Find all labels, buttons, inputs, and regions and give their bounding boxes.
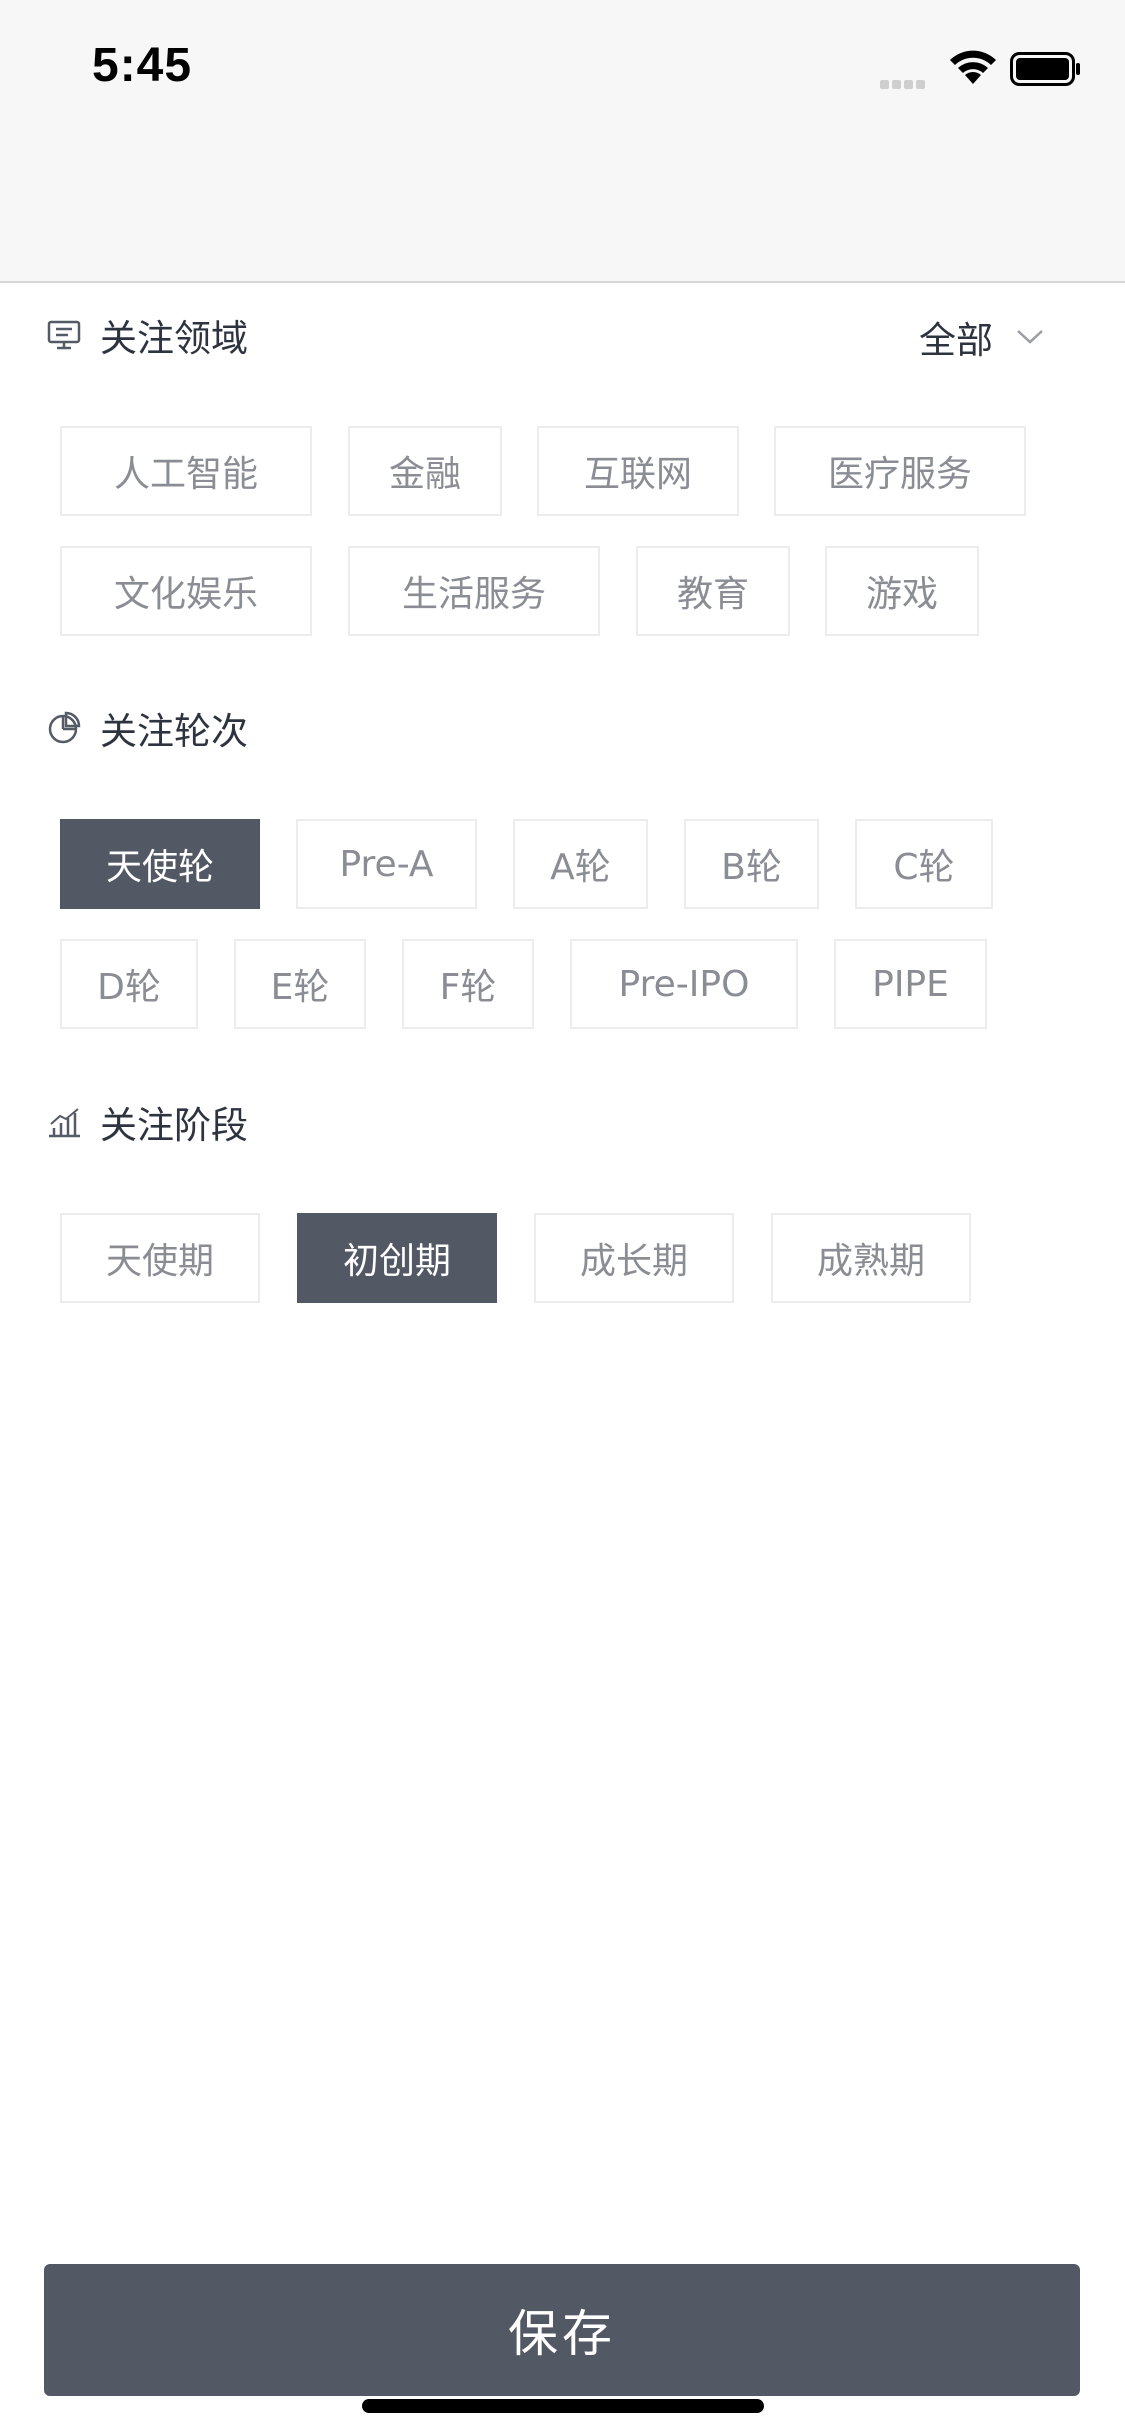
section-domain-title: 关注领域 bbox=[100, 317, 248, 360]
status-bar: 5:45 bbox=[0, 0, 1125, 283]
domain-tag[interactable]: 人工智能 bbox=[60, 426, 312, 516]
section-stage-title: 关注阶段 bbox=[100, 1104, 248, 1147]
domain-tag[interactable]: 文化娱乐 bbox=[60, 546, 312, 636]
round-tag[interactable]: D轮 bbox=[60, 939, 198, 1029]
round-tag[interactable]: PIPE bbox=[834, 939, 987, 1029]
round-tag[interactable]: Pre-A bbox=[296, 819, 477, 909]
wifi-icon bbox=[948, 48, 998, 90]
round-tag[interactable]: B轮 bbox=[684, 819, 819, 909]
battery-icon bbox=[1010, 52, 1082, 90]
stage-tag[interactable]: 初创期 bbox=[297, 1213, 497, 1303]
home-indicator[interactable] bbox=[362, 2399, 764, 2413]
stage-tag[interactable]: 成熟期 bbox=[771, 1213, 971, 1303]
domain-tag[interactable]: 生活服务 bbox=[348, 546, 600, 636]
status-time: 5:45 bbox=[92, 39, 193, 92]
domain-filter-label: 全部 bbox=[919, 319, 993, 362]
round-tag[interactable]: 天使轮 bbox=[60, 819, 260, 909]
section-stage-header: 关注阶段 bbox=[46, 1092, 248, 1152]
monitor-icon bbox=[47, 320, 81, 350]
domain-tag[interactable]: 游戏 bbox=[825, 546, 979, 636]
round-tag[interactable]: F轮 bbox=[402, 939, 534, 1029]
section-round-title: 关注轮次 bbox=[100, 710, 248, 753]
round-tag[interactable]: Pre-IPO bbox=[570, 939, 798, 1029]
save-button[interactable]: 保存 bbox=[44, 2264, 1080, 2396]
section-domain-header: 关注领域 bbox=[46, 305, 248, 365]
pie-chart-icon bbox=[48, 711, 81, 744]
domain-tag[interactable]: 教育 bbox=[636, 546, 790, 636]
stage-tag[interactable]: 成长期 bbox=[534, 1213, 734, 1303]
section-round-header: 关注轮次 bbox=[46, 698, 248, 758]
round-tag[interactable]: A轮 bbox=[513, 819, 648, 909]
round-tag[interactable]: C轮 bbox=[855, 819, 993, 909]
domain-filter-dropdown[interactable]: 全部 bbox=[919, 310, 1045, 364]
round-tag[interactable]: E轮 bbox=[234, 939, 366, 1029]
signal-icon bbox=[880, 74, 928, 93]
chevron-down-icon bbox=[1017, 330, 1043, 344]
domain-tag[interactable]: 互联网 bbox=[537, 426, 739, 516]
bar-chart-icon bbox=[49, 1108, 80, 1138]
stage-tag[interactable]: 天使期 bbox=[60, 1213, 260, 1303]
domain-tag[interactable]: 医疗服务 bbox=[774, 426, 1026, 516]
domain-tag[interactable]: 金融 bbox=[348, 426, 502, 516]
